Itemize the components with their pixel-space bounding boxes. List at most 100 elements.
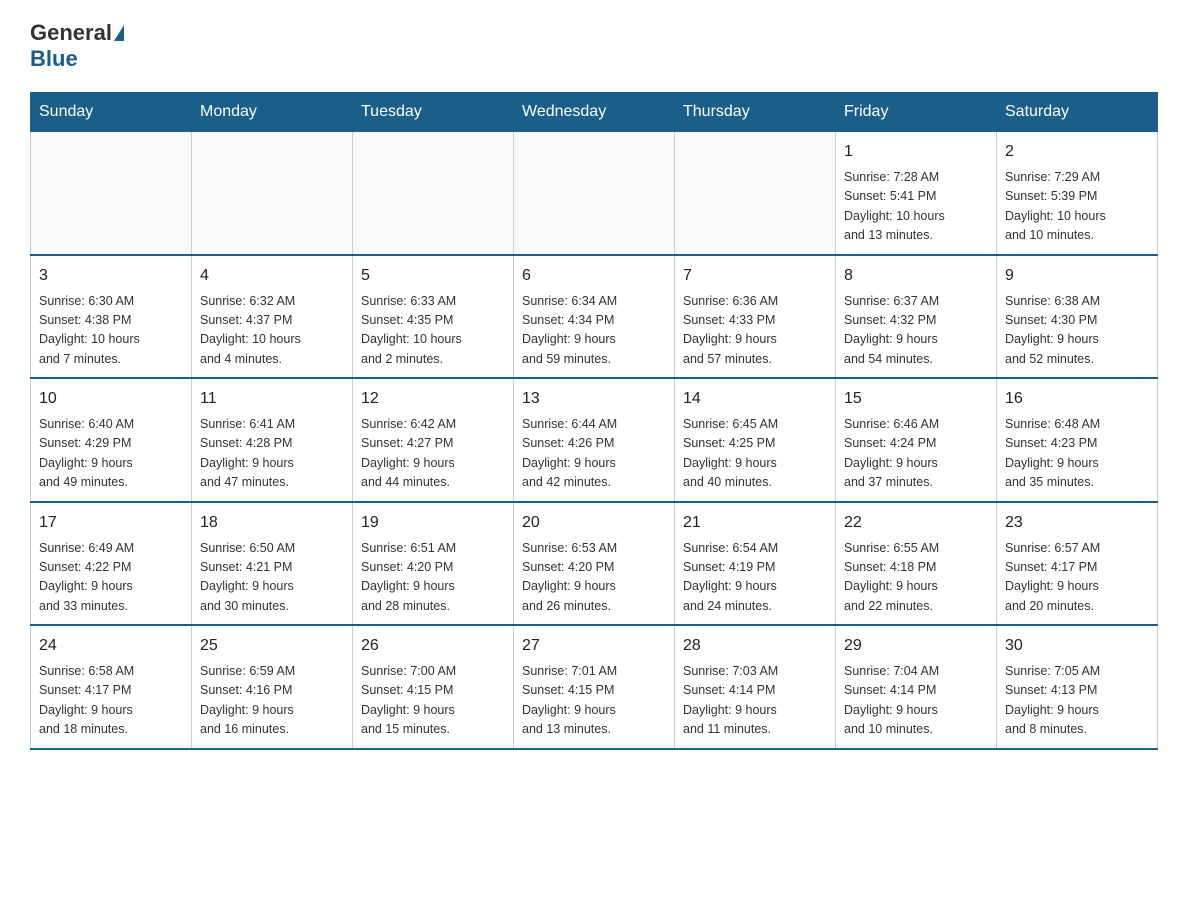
day-number: 12 <box>361 387 505 411</box>
calendar-cell: 28 Sunrise: 7:03 AMSunset: 4:14 PMDayligh… <box>675 625 836 749</box>
day-info: Sunrise: 7:05 AMSunset: 4:13 PMDaylight:… <box>1005 662 1149 740</box>
day-info: Sunrise: 6:44 AMSunset: 4:26 PMDaylight:… <box>522 415 666 493</box>
calendar-table: SundayMondayTuesdayWednesdayThursdayFrid… <box>30 92 1158 750</box>
calendar-cell: 29 Sunrise: 7:04 AMSunset: 4:14 PMDayligh… <box>836 625 997 749</box>
calendar-cell: 4 Sunrise: 6:32 AMSunset: 4:37 PMDaylight… <box>192 255 353 379</box>
weekday-header-thursday: Thursday <box>675 93 836 132</box>
day-number: 15 <box>844 387 988 411</box>
calendar-cell <box>514 132 675 255</box>
day-info: Sunrise: 6:45 AMSunset: 4:25 PMDaylight:… <box>683 415 827 493</box>
day-number: 22 <box>844 511 988 535</box>
weekday-header-monday: Monday <box>192 93 353 132</box>
day-info: Sunrise: 6:57 AMSunset: 4:17 PMDaylight:… <box>1005 539 1149 617</box>
calendar-cell: 14 Sunrise: 6:45 AMSunset: 4:25 PMDayligh… <box>675 378 836 502</box>
day-number: 30 <box>1005 634 1149 658</box>
day-number: 28 <box>683 634 827 658</box>
calendar-cell <box>192 132 353 255</box>
day-number: 23 <box>1005 511 1149 535</box>
day-info: Sunrise: 7:28 AMSunset: 5:41 PMDaylight:… <box>844 168 988 246</box>
calendar-cell <box>675 132 836 255</box>
day-info: Sunrise: 6:40 AMSunset: 4:29 PMDaylight:… <box>39 415 183 493</box>
logo-blue-text: Blue <box>30 46 78 72</box>
calendar-cell: 3 Sunrise: 6:30 AMSunset: 4:38 PMDaylight… <box>31 255 192 379</box>
logo-general-text: General <box>30 20 112 46</box>
calendar-cell: 5 Sunrise: 6:33 AMSunset: 4:35 PMDaylight… <box>353 255 514 379</box>
calendar-week-2: 3 Sunrise: 6:30 AMSunset: 4:38 PMDaylight… <box>31 255 1158 379</box>
day-info: Sunrise: 6:41 AMSunset: 4:28 PMDaylight:… <box>200 415 344 493</box>
day-number: 1 <box>844 140 988 164</box>
day-number: 29 <box>844 634 988 658</box>
calendar-cell: 20 Sunrise: 6:53 AMSunset: 4:20 PMDayligh… <box>514 502 675 626</box>
day-info: Sunrise: 6:30 AMSunset: 4:38 PMDaylight:… <box>39 292 183 370</box>
logo: General Blue <box>30 20 126 72</box>
calendar-cell: 26 Sunrise: 7:00 AMSunset: 4:15 PMDayligh… <box>353 625 514 749</box>
calendar-cell: 15Sunrise: 6:46 AMSunset: 4:24 PMDayligh… <box>836 378 997 502</box>
day-number: 9 <box>1005 264 1149 288</box>
day-info: Sunrise: 6:55 AMSunset: 4:18 PMDaylight:… <box>844 539 988 617</box>
day-info: Sunrise: 7:29 AMSunset: 5:39 PMDaylight:… <box>1005 168 1149 246</box>
logo-triangle-icon <box>114 25 124 41</box>
calendar-cell <box>353 132 514 255</box>
day-number: 11 <box>200 387 344 411</box>
calendar-week-5: 24Sunrise: 6:58 AMSunset: 4:17 PMDayligh… <box>31 625 1158 749</box>
calendar-cell: 7Sunrise: 6:36 AMSunset: 4:33 PMDaylight… <box>675 255 836 379</box>
day-number: 3 <box>39 264 183 288</box>
calendar-cell: 9Sunrise: 6:38 AMSunset: 4:30 PMDaylight… <box>997 255 1158 379</box>
calendar-cell: 30 Sunrise: 7:05 AMSunset: 4:13 PMDayligh… <box>997 625 1158 749</box>
day-number: 4 <box>200 264 344 288</box>
calendar-cell: 19 Sunrise: 6:51 AMSunset: 4:20 PMDayligh… <box>353 502 514 626</box>
calendar-cell: 17Sunrise: 6:49 AMSunset: 4:22 PMDayligh… <box>31 502 192 626</box>
day-info: Sunrise: 7:04 AMSunset: 4:14 PMDaylight:… <box>844 662 988 740</box>
day-number: 17 <box>39 511 183 535</box>
day-number: 10 <box>39 387 183 411</box>
day-number: 26 <box>361 634 505 658</box>
day-info: Sunrise: 7:03 AMSunset: 4:14 PMDaylight:… <box>683 662 827 740</box>
weekday-header-wednesday: Wednesday <box>514 93 675 132</box>
day-number: 8 <box>844 264 988 288</box>
calendar-cell: 25 Sunrise: 6:59 AMSunset: 4:16 PMDayligh… <box>192 625 353 749</box>
day-number: 2 <box>1005 140 1149 164</box>
day-number: 6 <box>522 264 666 288</box>
weekday-header-sunday: Sunday <box>31 93 192 132</box>
calendar-cell: 1 Sunrise: 7:28 AMSunset: 5:41 PMDaylight… <box>836 132 997 255</box>
calendar-cell: 18Sunrise: 6:50 AMSunset: 4:21 PMDayligh… <box>192 502 353 626</box>
day-info: Sunrise: 6:37 AMSunset: 4:32 PMDaylight:… <box>844 292 988 370</box>
day-number: 16 <box>1005 387 1149 411</box>
day-number: 20 <box>522 511 666 535</box>
day-info: Sunrise: 6:42 AMSunset: 4:27 PMDaylight:… <box>361 415 505 493</box>
day-info: Sunrise: 6:48 AMSunset: 4:23 PMDaylight:… <box>1005 415 1149 493</box>
day-info: Sunrise: 6:33 AMSunset: 4:35 PMDaylight:… <box>361 292 505 370</box>
day-info: Sunrise: 6:54 AMSunset: 4:19 PMDaylight:… <box>683 539 827 617</box>
calendar-cell: 21 Sunrise: 6:54 AMSunset: 4:19 PMDayligh… <box>675 502 836 626</box>
calendar-cell: 22 Sunrise: 6:55 AMSunset: 4:18 PMDayligh… <box>836 502 997 626</box>
calendar-week-1: 1 Sunrise: 7:28 AMSunset: 5:41 PMDaylight… <box>31 132 1158 255</box>
day-info: Sunrise: 6:51 AMSunset: 4:20 PMDaylight:… <box>361 539 505 617</box>
calendar-cell: 13 Sunrise: 6:44 AMSunset: 4:26 PMDayligh… <box>514 378 675 502</box>
calendar-cell: 12 Sunrise: 6:42 AMSunset: 4:27 PMDayligh… <box>353 378 514 502</box>
day-number: 5 <box>361 264 505 288</box>
day-number: 14 <box>683 387 827 411</box>
day-number: 13 <box>522 387 666 411</box>
page-header: General Blue <box>30 20 1158 72</box>
day-info: Sunrise: 7:00 AMSunset: 4:15 PMDaylight:… <box>361 662 505 740</box>
calendar-cell: 27 Sunrise: 7:01 AMSunset: 4:15 PMDayligh… <box>514 625 675 749</box>
day-info: Sunrise: 7:01 AMSunset: 4:15 PMDaylight:… <box>522 662 666 740</box>
calendar-cell: 24Sunrise: 6:58 AMSunset: 4:17 PMDayligh… <box>31 625 192 749</box>
day-info: Sunrise: 6:34 AMSunset: 4:34 PMDaylight:… <box>522 292 666 370</box>
calendar-cell: 10 Sunrise: 6:40 AMSunset: 4:29 PMDayligh… <box>31 378 192 502</box>
day-info: Sunrise: 6:32 AMSunset: 4:37 PMDaylight:… <box>200 292 344 370</box>
calendar-cell: 2 Sunrise: 7:29 AMSunset: 5:39 PMDaylight… <box>997 132 1158 255</box>
day-number: 19 <box>361 511 505 535</box>
calendar-cell: 8 Sunrise: 6:37 AMSunset: 4:32 PMDaylight… <box>836 255 997 379</box>
day-info: Sunrise: 6:59 AMSunset: 4:16 PMDaylight:… <box>200 662 344 740</box>
calendar-week-4: 17Sunrise: 6:49 AMSunset: 4:22 PMDayligh… <box>31 502 1158 626</box>
calendar-cell: 11 Sunrise: 6:41 AMSunset: 4:28 PMDayligh… <box>192 378 353 502</box>
calendar-cell: 23 Sunrise: 6:57 AMSunset: 4:17 PMDayligh… <box>997 502 1158 626</box>
calendar-cell: 16 Sunrise: 6:48 AMSunset: 4:23 PMDayligh… <box>997 378 1158 502</box>
day-info: Sunrise: 6:50 AMSunset: 4:21 PMDaylight:… <box>200 539 344 617</box>
day-info: Sunrise: 6:53 AMSunset: 4:20 PMDaylight:… <box>522 539 666 617</box>
day-number: 25 <box>200 634 344 658</box>
calendar-week-3: 10 Sunrise: 6:40 AMSunset: 4:29 PMDayligh… <box>31 378 1158 502</box>
day-number: 27 <box>522 634 666 658</box>
day-number: 21 <box>683 511 827 535</box>
